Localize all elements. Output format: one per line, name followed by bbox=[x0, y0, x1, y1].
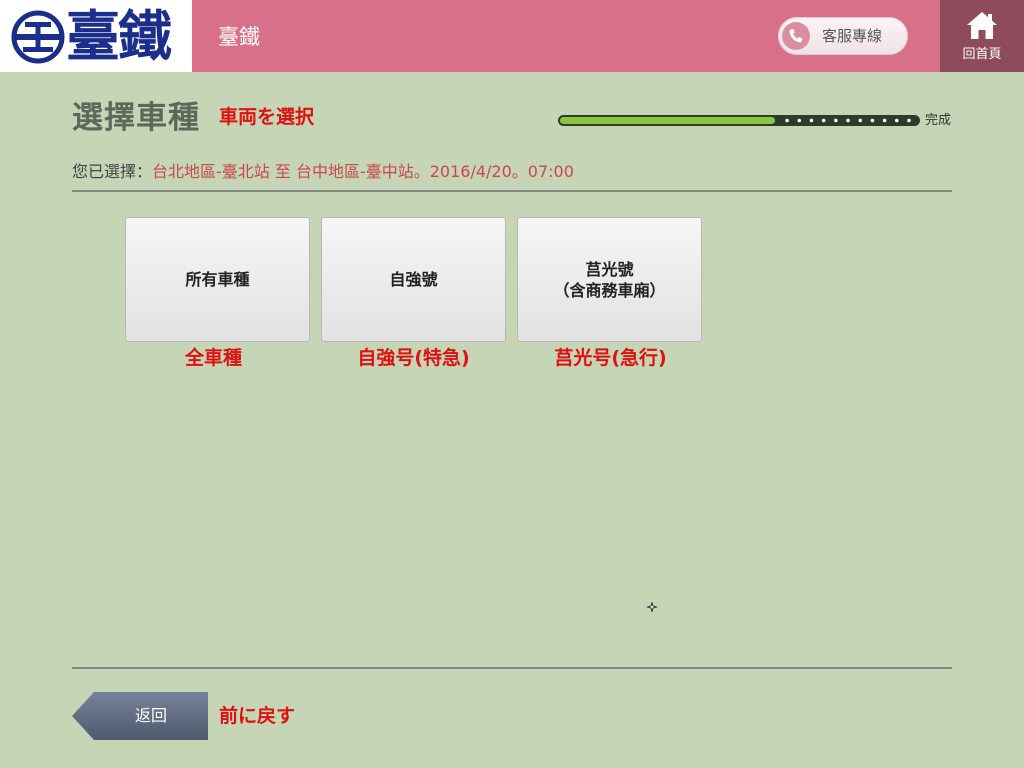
selection-summary: 您已選擇：台北地區-臺北站 至 台中地區-臺中站。2016/4/20。07:00 bbox=[72, 161, 574, 183]
cursor-crosshair-icon bbox=[647, 602, 657, 612]
home-button[interactable]: 回首頁 bbox=[940, 0, 1024, 72]
train-type-label: 自強號 bbox=[389, 270, 438, 289]
train-type-chu-kuang-button[interactable]: 莒光號 （含商務車廂） bbox=[517, 217, 702, 342]
back-button[interactable]: 返回 bbox=[72, 692, 208, 740]
train-type-all-button[interactable]: 所有車種 bbox=[125, 217, 310, 342]
progress-fill bbox=[560, 117, 775, 124]
home-icon bbox=[967, 12, 997, 39]
top-header: 臺鐵 臺鐵 客服專線 回首頁 bbox=[0, 0, 1024, 72]
home-label: 回首頁 bbox=[962, 47, 1002, 62]
phone-icon bbox=[782, 22, 810, 50]
page-title-ja: 車両を選択 bbox=[219, 106, 315, 128]
progress-done-label: 完成 bbox=[925, 113, 952, 128]
selection-prefix: 您已選擇： bbox=[72, 162, 153, 181]
train-type-label-ja: 莒光号(急行) bbox=[554, 347, 667, 369]
train-type-label: 所有車種 bbox=[185, 270, 250, 289]
progress-bar bbox=[558, 115, 920, 126]
train-type-tze-chiang-button[interactable]: 自強號 bbox=[321, 217, 506, 342]
train-type-label: 莒光號 bbox=[585, 259, 634, 279]
page-title: 選擇車種 bbox=[72, 100, 200, 136]
train-type-label-ja: 自強号(特急) bbox=[357, 347, 470, 369]
tr-logo-icon bbox=[11, 10, 65, 64]
back-label-ja: 前に戻す bbox=[219, 705, 296, 727]
bottom-divider bbox=[72, 667, 952, 669]
selection-value: 台北地區-臺北站 至 台中地區-臺中站。2016/4/20。07:00 bbox=[152, 162, 574, 181]
logo-text: 臺鐵 bbox=[66, 4, 172, 68]
back-label: 返回 bbox=[134, 706, 167, 725]
hotline-button[interactable]: 客服專線 bbox=[778, 17, 908, 55]
top-divider bbox=[72, 190, 952, 192]
logo: 臺鐵 bbox=[0, 0, 192, 72]
progress-remaining-dots bbox=[781, 118, 916, 123]
hotline-label: 客服專線 bbox=[822, 27, 883, 45]
train-type-label-ja: 全車種 bbox=[184, 347, 242, 369]
train-type-sublabel: （含商務車廂） bbox=[553, 280, 666, 300]
header-title: 臺鐵 bbox=[218, 25, 260, 49]
